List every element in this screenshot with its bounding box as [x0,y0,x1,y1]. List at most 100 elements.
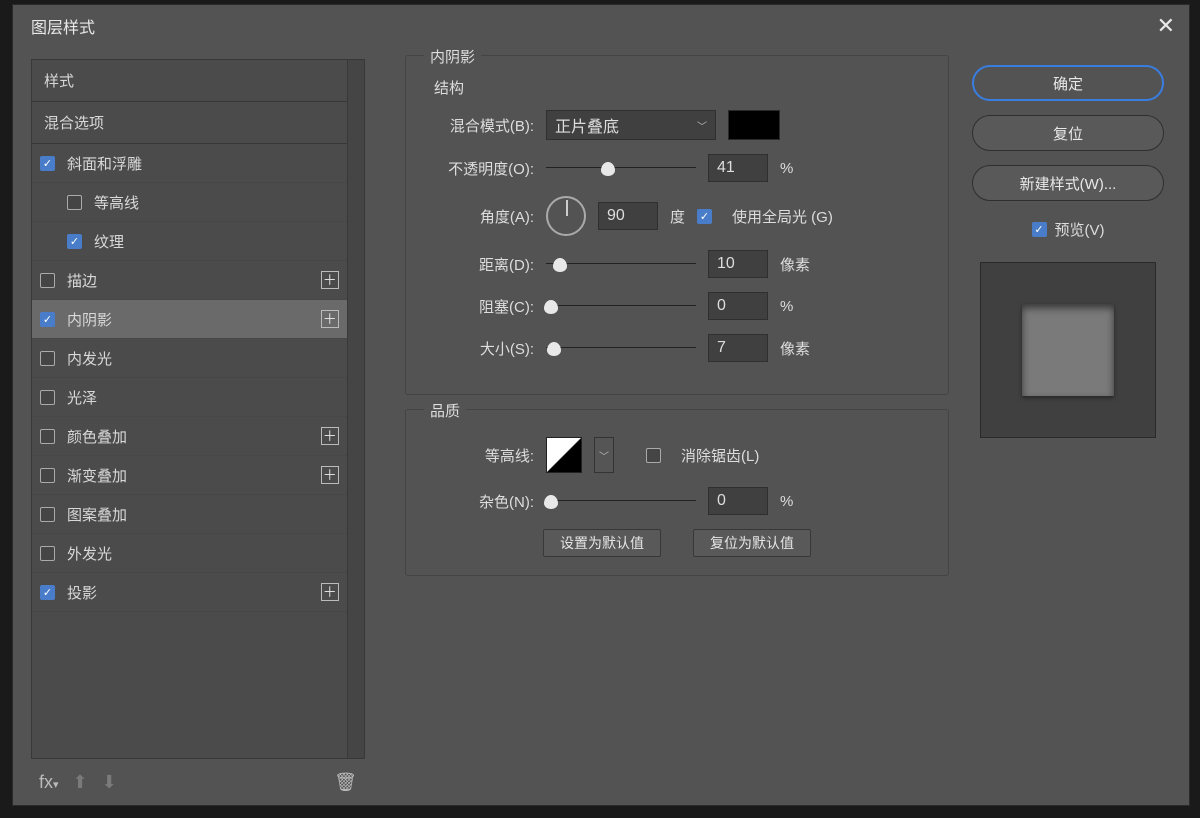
size-unit: 像素 [780,338,810,359]
close-icon[interactable]: ✕ [1157,13,1175,39]
contour-label: 等高线: [424,445,534,466]
right-panel: 确定 复位 新建样式(W)... 预览(V) [967,47,1189,805]
preview-inner [1022,304,1114,396]
style-row[interactable]: 内阴影＋ [32,300,347,339]
style-checkbox[interactable] [40,429,55,444]
titlebar: 图层样式 ✕ [13,5,1189,47]
style-row[interactable]: 等高线 [32,183,347,222]
set-default-button[interactable]: 设置为默认值 [543,529,661,557]
arrow-up-icon[interactable]: ⬆ [73,772,88,793]
preview-checkbox[interactable] [1032,222,1047,237]
shadow-color-swatch[interactable] [728,110,780,140]
choke-label: 阻塞(C): [424,296,534,317]
opacity-field[interactable]: 41 [708,154,768,182]
style-row[interactable]: 投影＋ [32,573,347,612]
contour-dropdown[interactable]: ﹀ [594,437,614,473]
dialog-body: 样式 混合选项 斜面和浮雕等高线纹理描边＋内阴影＋内发光光泽颜色叠加＋渐变叠加＋… [13,47,1189,805]
style-checkbox[interactable] [40,312,55,327]
fx-icon[interactable]: fx▾ [39,772,59,793]
distance-unit: 像素 [780,254,810,275]
quality-box: 品质 等高线: ﹀ 消除锯齿(L) 杂色(N): 0 % 设置为默认值 [405,409,949,576]
antialias-checkbox[interactable] [646,448,661,463]
choke-unit: % [780,298,793,315]
style-checkbox[interactable] [40,507,55,522]
style-label: 斜面和浮雕 [67,153,339,174]
contour-picker[interactable] [546,437,582,473]
style-label: 投影 [67,582,321,603]
blend-mode-select[interactable]: 正片叠底 ﹀ [546,110,716,140]
style-label: 渐变叠加 [67,465,321,486]
style-label: 等高线 [94,192,339,213]
preview-label: 预览(V) [1055,219,1105,240]
style-checkbox[interactable] [40,546,55,561]
angle-unit: 度 [670,206,685,227]
styles-header[interactable]: 样式 [32,60,347,102]
styles-list: 样式 混合选项 斜面和浮雕等高线纹理描边＋内阴影＋内发光光泽颜色叠加＋渐变叠加＋… [31,59,348,759]
style-row[interactable]: 图案叠加 [32,495,347,534]
style-checkbox[interactable] [40,351,55,366]
dialog-title: 图层样式 [31,14,95,38]
size-field[interactable]: 7 [708,334,768,362]
distance-label: 距离(D): [424,254,534,275]
style-checkbox[interactable] [40,156,55,171]
global-light-label: 使用全局光 (G) [732,206,833,227]
style-label: 外发光 [67,543,339,564]
style-row[interactable]: 纹理 [32,222,347,261]
preview-box [980,262,1156,438]
global-light-checkbox[interactable] [697,209,712,224]
style-row[interactable]: 颜色叠加＋ [32,417,347,456]
quality-legend: 品质 [424,400,466,421]
opacity-label: 不透明度(O): [424,158,534,179]
reset-default-button[interactable]: 复位为默认值 [693,529,811,557]
new-style-button[interactable]: 新建样式(W)... [972,165,1164,201]
blend-options-header[interactable]: 混合选项 [32,102,347,144]
angle-dial[interactable] [546,196,586,236]
distance-field[interactable]: 10 [708,250,768,278]
style-checkbox[interactable] [40,585,55,600]
style-checkbox[interactable] [67,234,82,249]
opacity-slider[interactable] [546,158,696,178]
opacity-unit: % [780,160,793,177]
style-label: 图案叠加 [67,504,339,525]
layer-style-dialog: 图层样式 ✕ 样式 混合选项 斜面和浮雕等高线纹理描边＋内阴影＋内发光光泽颜色叠… [12,4,1190,806]
choke-slider[interactable] [546,296,696,316]
plus-icon[interactable]: ＋ [321,583,339,601]
choke-field[interactable]: 0 [708,292,768,320]
style-row[interactable]: 光泽 [32,378,347,417]
style-label: 颜色叠加 [67,426,321,447]
noise-field[interactable]: 0 [708,487,768,515]
arrow-down-icon[interactable]: ⬇ [102,772,117,793]
noise-label: 杂色(N): [424,491,534,512]
noise-slider[interactable] [546,491,696,511]
style-row[interactable]: 渐变叠加＋ [32,456,347,495]
style-label: 内发光 [67,348,339,369]
size-label: 大小(S): [424,338,534,359]
structure-legend: 结构 [434,77,930,98]
angle-label: 角度(A): [424,206,534,227]
style-row[interactable]: 外发光 [32,534,347,573]
ok-button[interactable]: 确定 [972,65,1164,101]
angle-field[interactable]: 90 [598,202,658,230]
trash-icon[interactable]: 🗑 [334,772,357,793]
noise-unit: % [780,493,793,510]
plus-icon[interactable]: ＋ [321,271,339,289]
panel-title: 内阴影 [424,46,481,67]
plus-icon[interactable]: ＋ [321,466,339,484]
styles-footer: fx▾ ⬆ ⬇ 🗑 [31,759,365,805]
style-checkbox[interactable] [67,195,82,210]
distance-slider[interactable] [546,254,696,274]
cancel-button[interactable]: 复位 [972,115,1164,151]
style-row[interactable]: 斜面和浮雕 [32,144,347,183]
style-label: 纹理 [94,231,339,252]
plus-icon[interactable]: ＋ [321,310,339,328]
style-checkbox[interactable] [40,468,55,483]
size-slider[interactable] [546,338,696,358]
style-row[interactable]: 描边＋ [32,261,347,300]
styles-scrollbar[interactable] [348,59,365,759]
style-checkbox[interactable] [40,390,55,405]
style-checkbox[interactable] [40,273,55,288]
chevron-down-icon: ﹀ [697,118,707,133]
plus-icon[interactable]: ＋ [321,427,339,445]
style-label: 光泽 [67,387,339,408]
style-row[interactable]: 内发光 [32,339,347,378]
